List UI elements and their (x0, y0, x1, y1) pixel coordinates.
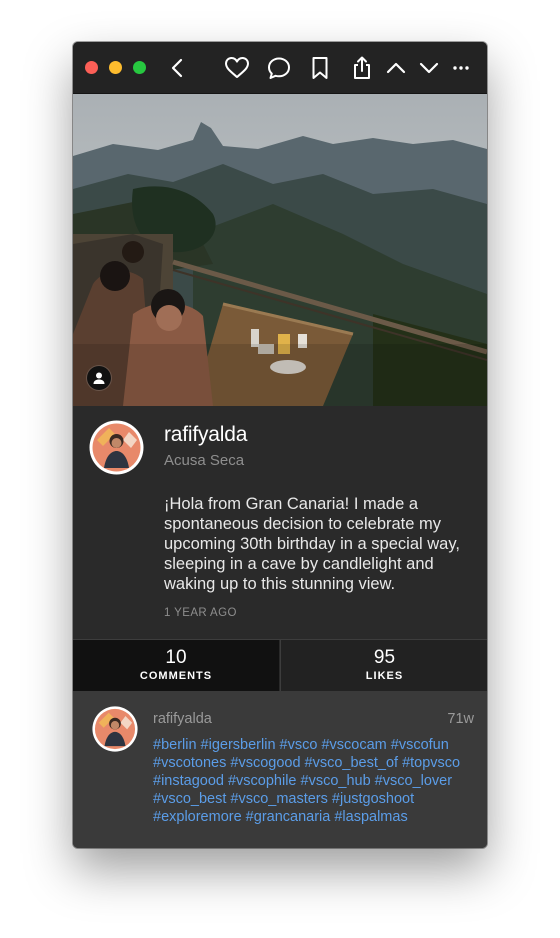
minimize-window-button[interactable] (109, 61, 122, 74)
post-caption: ¡Hola from Gran Canaria! I made a sponta… (164, 495, 460, 593)
tagged-user-icon[interactable] (87, 366, 111, 390)
heart-icon[interactable] (224, 55, 250, 81)
chevron-up-icon[interactable] (383, 55, 409, 81)
comments-label: COMMENTS (139, 670, 213, 682)
chevron-down-icon[interactable] (416, 55, 442, 81)
likes-tab[interactable]: 95 LIKES (280, 640, 487, 691)
post-stats: 10 COMMENTS 95 LIKES (73, 639, 487, 691)
comment-avatar[interactable] (92, 706, 138, 752)
comments-count: 10 (165, 647, 187, 668)
comment-list: rafifyalda 71w #berlin #igersberlin #vsc… (73, 691, 487, 848)
comment-text[interactable]: #berlin #igersberlin #vsco #vscocam #vsc… (153, 736, 473, 826)
app-window: rafifyalda Acusa Seca ¡Hola from Gran Ca… (73, 42, 487, 848)
post-location[interactable]: Acusa Seca (164, 452, 244, 469)
likes-label: LIKES (365, 670, 404, 682)
post-photo[interactable] (73, 94, 487, 406)
comments-tab[interactable]: 10 COMMENTS (73, 640, 279, 691)
back-icon[interactable] (165, 55, 191, 81)
comment-icon[interactable] (266, 55, 292, 81)
comment-username[interactable]: rafifyalda (153, 711, 212, 727)
share-icon[interactable] (349, 55, 375, 81)
more-icon[interactable] (448, 55, 474, 81)
post-username[interactable]: rafifyalda (164, 423, 247, 447)
avatar[interactable] (89, 420, 144, 475)
zoom-window-button[interactable] (133, 61, 146, 74)
bookmark-icon[interactable] (307, 55, 333, 81)
comment-time: 71w (447, 711, 474, 727)
close-window-button[interactable] (85, 61, 98, 74)
likes-count: 95 (373, 647, 396, 668)
title-bar (73, 42, 487, 94)
post-timestamp: 1 YEAR AGO (164, 607, 237, 619)
